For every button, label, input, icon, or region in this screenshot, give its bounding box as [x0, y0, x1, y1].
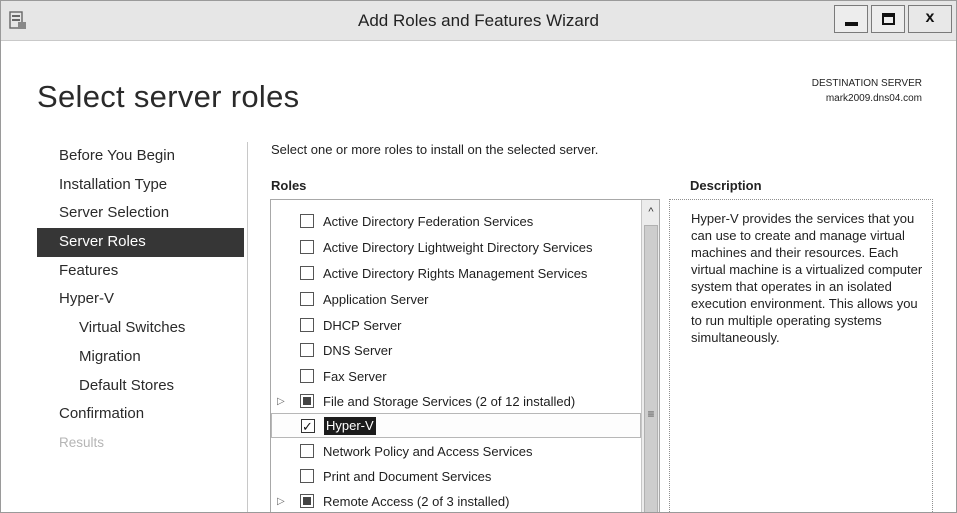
nav-divider — [247, 142, 248, 512]
description-panel: Hyper-V provides the services that you c… — [669, 199, 933, 512]
role-label: Active Directory Federation Services — [323, 214, 534, 229]
role-checkbox[interactable] — [300, 240, 314, 254]
role-label: Active Directory Rights Management Servi… — [323, 266, 588, 281]
scroll-grip-icon: ≡ — [647, 407, 655, 421]
nav-item-features[interactable]: Features — [37, 257, 244, 286]
role-checkbox[interactable] — [300, 444, 314, 458]
description-text: Hyper-V provides the services that you c… — [691, 211, 923, 345]
role-row[interactable]: Print and Document Services — [271, 464, 641, 489]
description-header: Description — [690, 178, 762, 193]
role-row[interactable]: Active Directory Lightweight Directory S… — [271, 235, 641, 260]
role-label: Remote Access (2 of 3 installed) — [323, 494, 510, 509]
role-checkbox[interactable] — [300, 469, 314, 483]
role-label: Application Server — [323, 292, 429, 307]
roles-header: Roles — [271, 178, 307, 193]
role-row[interactable]: Application Server — [271, 287, 641, 312]
role-label: DHCP Server — [323, 318, 402, 333]
role-checkbox[interactable] — [300, 394, 314, 408]
role-checkbox[interactable] — [300, 343, 314, 357]
close-button[interactable]: x — [908, 5, 952, 33]
wizard-window: Add Roles and Features Wizard x Select s… — [0, 0, 957, 513]
nav-item-confirmation[interactable]: Confirmation — [37, 400, 244, 429]
expand-arrow-icon[interactable]: ▷ — [277, 489, 287, 512]
role-row[interactable]: Network Policy and Access Services — [271, 439, 641, 464]
nav-item-migration[interactable]: Migration — [37, 343, 244, 372]
destination-label: DESTINATION SERVER — [811, 78, 922, 89]
roles-list: Active Directory Federation Services Act… — [270, 199, 660, 512]
destination-server-name: mark2009.dns04.com — [825, 93, 922, 104]
role-checkbox[interactable] — [300, 318, 314, 332]
nav-item-server-roles[interactable]: Server Roles — [37, 228, 244, 257]
wizard-nav: Before You Begin Installation Type Serve… — [37, 142, 244, 458]
minimize-icon — [845, 22, 858, 26]
role-label: Hyper-V — [324, 417, 376, 435]
nav-item-default-stores[interactable]: Default Stores — [37, 372, 244, 401]
role-row[interactable]: DNS Server — [271, 338, 641, 363]
maximize-icon — [882, 13, 895, 25]
role-row[interactable]: Active Directory Rights Management Servi… — [271, 261, 641, 286]
role-checkbox[interactable] — [300, 494, 314, 508]
role-row[interactable]: Active Directory Federation Services — [271, 209, 641, 234]
role-label: File and Storage Services (2 of 12 insta… — [323, 394, 576, 409]
scrollbar-thumb[interactable]: ≡ — [644, 225, 658, 512]
role-row[interactable]: ▷ Remote Access (2 of 3 installed) — [271, 489, 641, 512]
instruction-text: Select one or more roles to install on t… — [271, 142, 599, 157]
nav-item-before-you-begin[interactable]: Before You Begin — [37, 142, 244, 171]
role-label: Network Policy and Access Services — [323, 444, 533, 459]
nav-item-hyper-v[interactable]: Hyper-V — [37, 285, 244, 314]
title-bar: Add Roles and Features Wizard x — [1, 1, 956, 41]
role-row[interactable]: DHCP Server — [271, 313, 641, 338]
nav-item-installation-type[interactable]: Installation Type — [37, 171, 244, 200]
close-icon: x — [925, 9, 935, 26]
roles-scrollbar[interactable]: ^ ≡ — [641, 200, 659, 512]
role-checkbox[interactable] — [300, 369, 314, 383]
scroll-up-icon[interactable]: ^ — [643, 203, 659, 221]
window-title: Add Roles and Features Wizard — [358, 11, 599, 30]
page-title: Select server roles — [37, 79, 300, 114]
nav-item-results: Results — [59, 434, 105, 450]
minimize-button[interactable] — [834, 5, 868, 33]
role-checkbox[interactable] — [300, 292, 314, 306]
nav-item-virtual-switches[interactable]: Virtual Switches — [37, 314, 244, 343]
role-label: Print and Document Services — [323, 469, 492, 484]
role-label: Fax Server — [323, 369, 387, 384]
role-checkbox[interactable] — [300, 214, 314, 228]
window-controls: x — [831, 5, 952, 35]
destination-server-info: DESTINATION SERVER mark2009.dns04.com — [812, 76, 922, 106]
role-row[interactable]: ▷ File and Storage Services (2 of 12 ins… — [271, 389, 641, 414]
role-checkbox[interactable] — [301, 414, 315, 439]
role-label: DNS Server — [323, 343, 393, 358]
role-row-selected[interactable]: Hyper-V — [271, 413, 641, 439]
role-checkbox[interactable] — [300, 266, 314, 280]
expand-arrow-icon[interactable]: ▷ — [277, 389, 287, 414]
role-row[interactable]: Fax Server — [271, 364, 641, 389]
nav-item-server-selection[interactable]: Server Selection — [37, 199, 244, 228]
role-label: Active Directory Lightweight Directory S… — [323, 240, 593, 255]
maximize-button[interactable] — [871, 5, 905, 33]
